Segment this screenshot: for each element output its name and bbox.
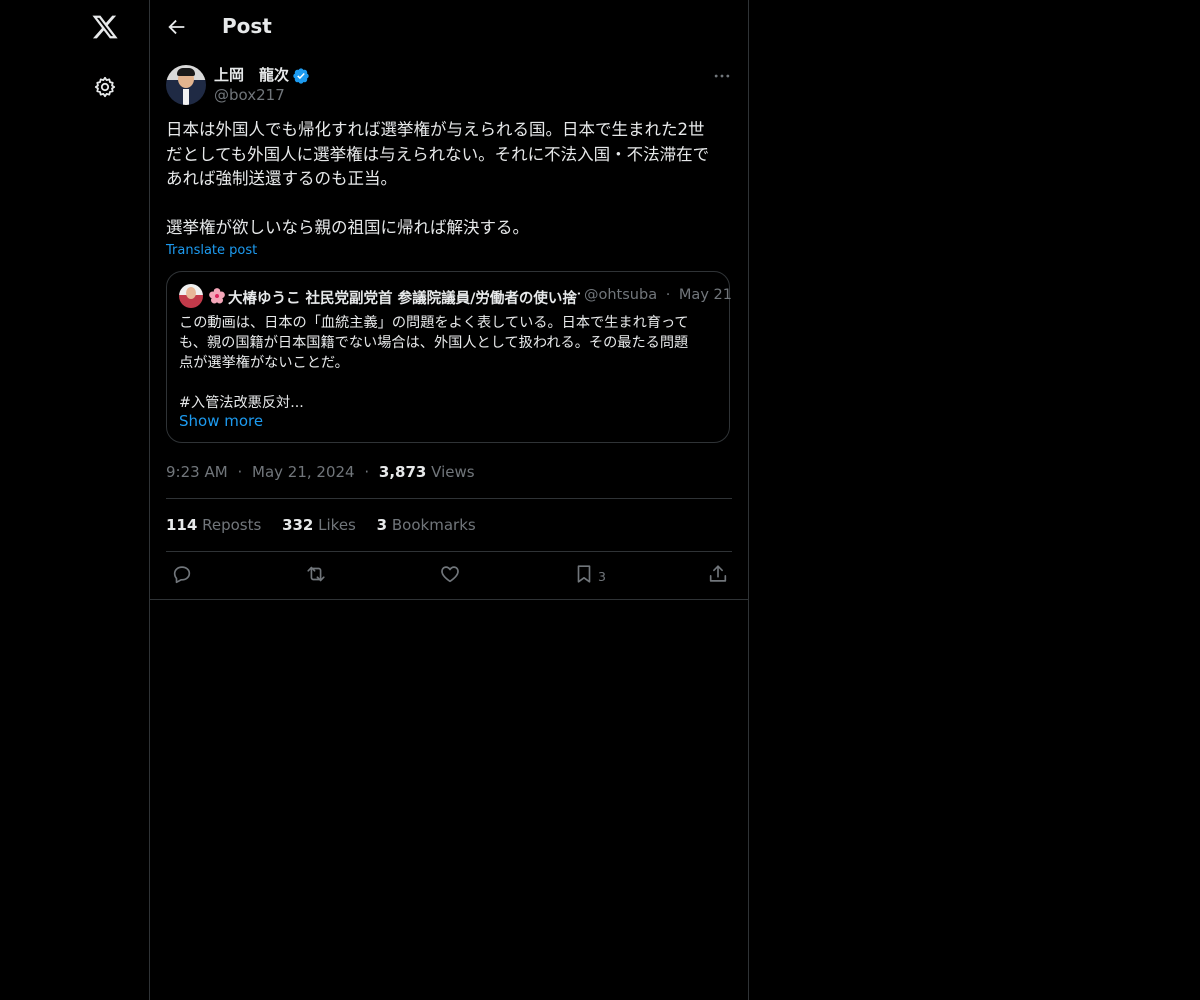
divider — [150, 599, 748, 600]
divider — [166, 551, 732, 552]
page-title: Post — [222, 14, 272, 38]
quoted-post[interactable]: 大椿ゆうこ 社民党副党首 参議院議員/労働者の使い捨て @ohtsuba · M… — [166, 271, 732, 443]
divider — [166, 498, 732, 499]
translate-post-link[interactable]: Translate post — [166, 243, 257, 258]
bookmark-count: 3 — [598, 569, 606, 584]
post-time[interactable]: 9:23 AM — [166, 463, 228, 481]
author-handle[interactable]: @box217 — [214, 86, 285, 104]
reply-icon[interactable] — [171, 563, 193, 585]
bookmarks-label: Bookmarks — [391, 516, 476, 534]
like-heart-icon[interactable] — [439, 563, 461, 585]
meta-dot: · — [237, 463, 243, 481]
left-navigation — [0, 0, 149, 1000]
quote-author-avatar[interactable] — [179, 284, 203, 308]
quote-text: この動画は、日本の「血統主義」の問題をよく表している。日本で生まれ育って も、親… — [179, 315, 689, 411]
quote-separator: · — [665, 287, 671, 303]
top-bar: Post — [150, 0, 748, 53]
post-text: 日本は外国人でも帰化すれば選挙権が与えられる国。日本で生まれた2世 だとしても外… — [166, 120, 710, 237]
quote-author-name[interactable]: 大椿ゆうこ 社民党副党首 参議院議員/労働者の使い捨て — [228, 287, 580, 308]
likes-count: 332 — [282, 516, 314, 534]
quote-meta: @ohtsuba · May 21 — [584, 287, 732, 303]
arrow-left-icon[interactable] — [166, 16, 188, 38]
likes-label: Likes — [318, 516, 356, 534]
reposts-label: Reposts — [202, 516, 262, 534]
reposts-stat[interactable]: 114 Reposts — [166, 516, 266, 534]
author-avatar[interactable] — [166, 65, 206, 105]
reposts-count: 114 — [166, 516, 198, 534]
views-label: Views — [431, 463, 475, 481]
flower-emoji-icon — [208, 287, 226, 305]
bookmarks-stat[interactable]: 3 Bookmarks — [377, 516, 476, 534]
likes-stat[interactable]: 332 Likes — [282, 516, 361, 534]
more-options-icon[interactable] — [712, 66, 732, 86]
share-icon[interactable] — [707, 563, 729, 585]
post-date[interactable]: May 21, 2024 — [252, 463, 355, 481]
repost-icon[interactable] — [305, 563, 327, 585]
post-timestamp-row: 9:23 AM · May 21, 2024 · 3,873 Views — [166, 463, 475, 481]
bookmark-icon[interactable] — [573, 563, 595, 585]
views-count: 3,873 — [378, 463, 427, 481]
meta-dot: · — [364, 463, 370, 481]
bookmarks-count: 3 — [376, 516, 388, 534]
x-logo-icon[interactable] — [91, 13, 119, 41]
quote-author-handle[interactable]: @ohtsuba — [584, 287, 657, 303]
engagement-stats: 114 Reposts 332 Likes 3 Bookmarks — [166, 516, 492, 534]
show-more-link[interactable]: Show more — [179, 412, 263, 430]
main-column: Post 上岡 龍次 @box217 日本は外国人でも帰化すれば選挙権が与えられ… — [149, 0, 749, 1000]
verified-badge-icon[interactable] — [292, 67, 310, 85]
quote-date[interactable]: May 21 — [679, 287, 732, 303]
gear-icon[interactable] — [93, 75, 117, 99]
author-name[interactable]: 上岡 龍次 — [214, 64, 289, 85]
